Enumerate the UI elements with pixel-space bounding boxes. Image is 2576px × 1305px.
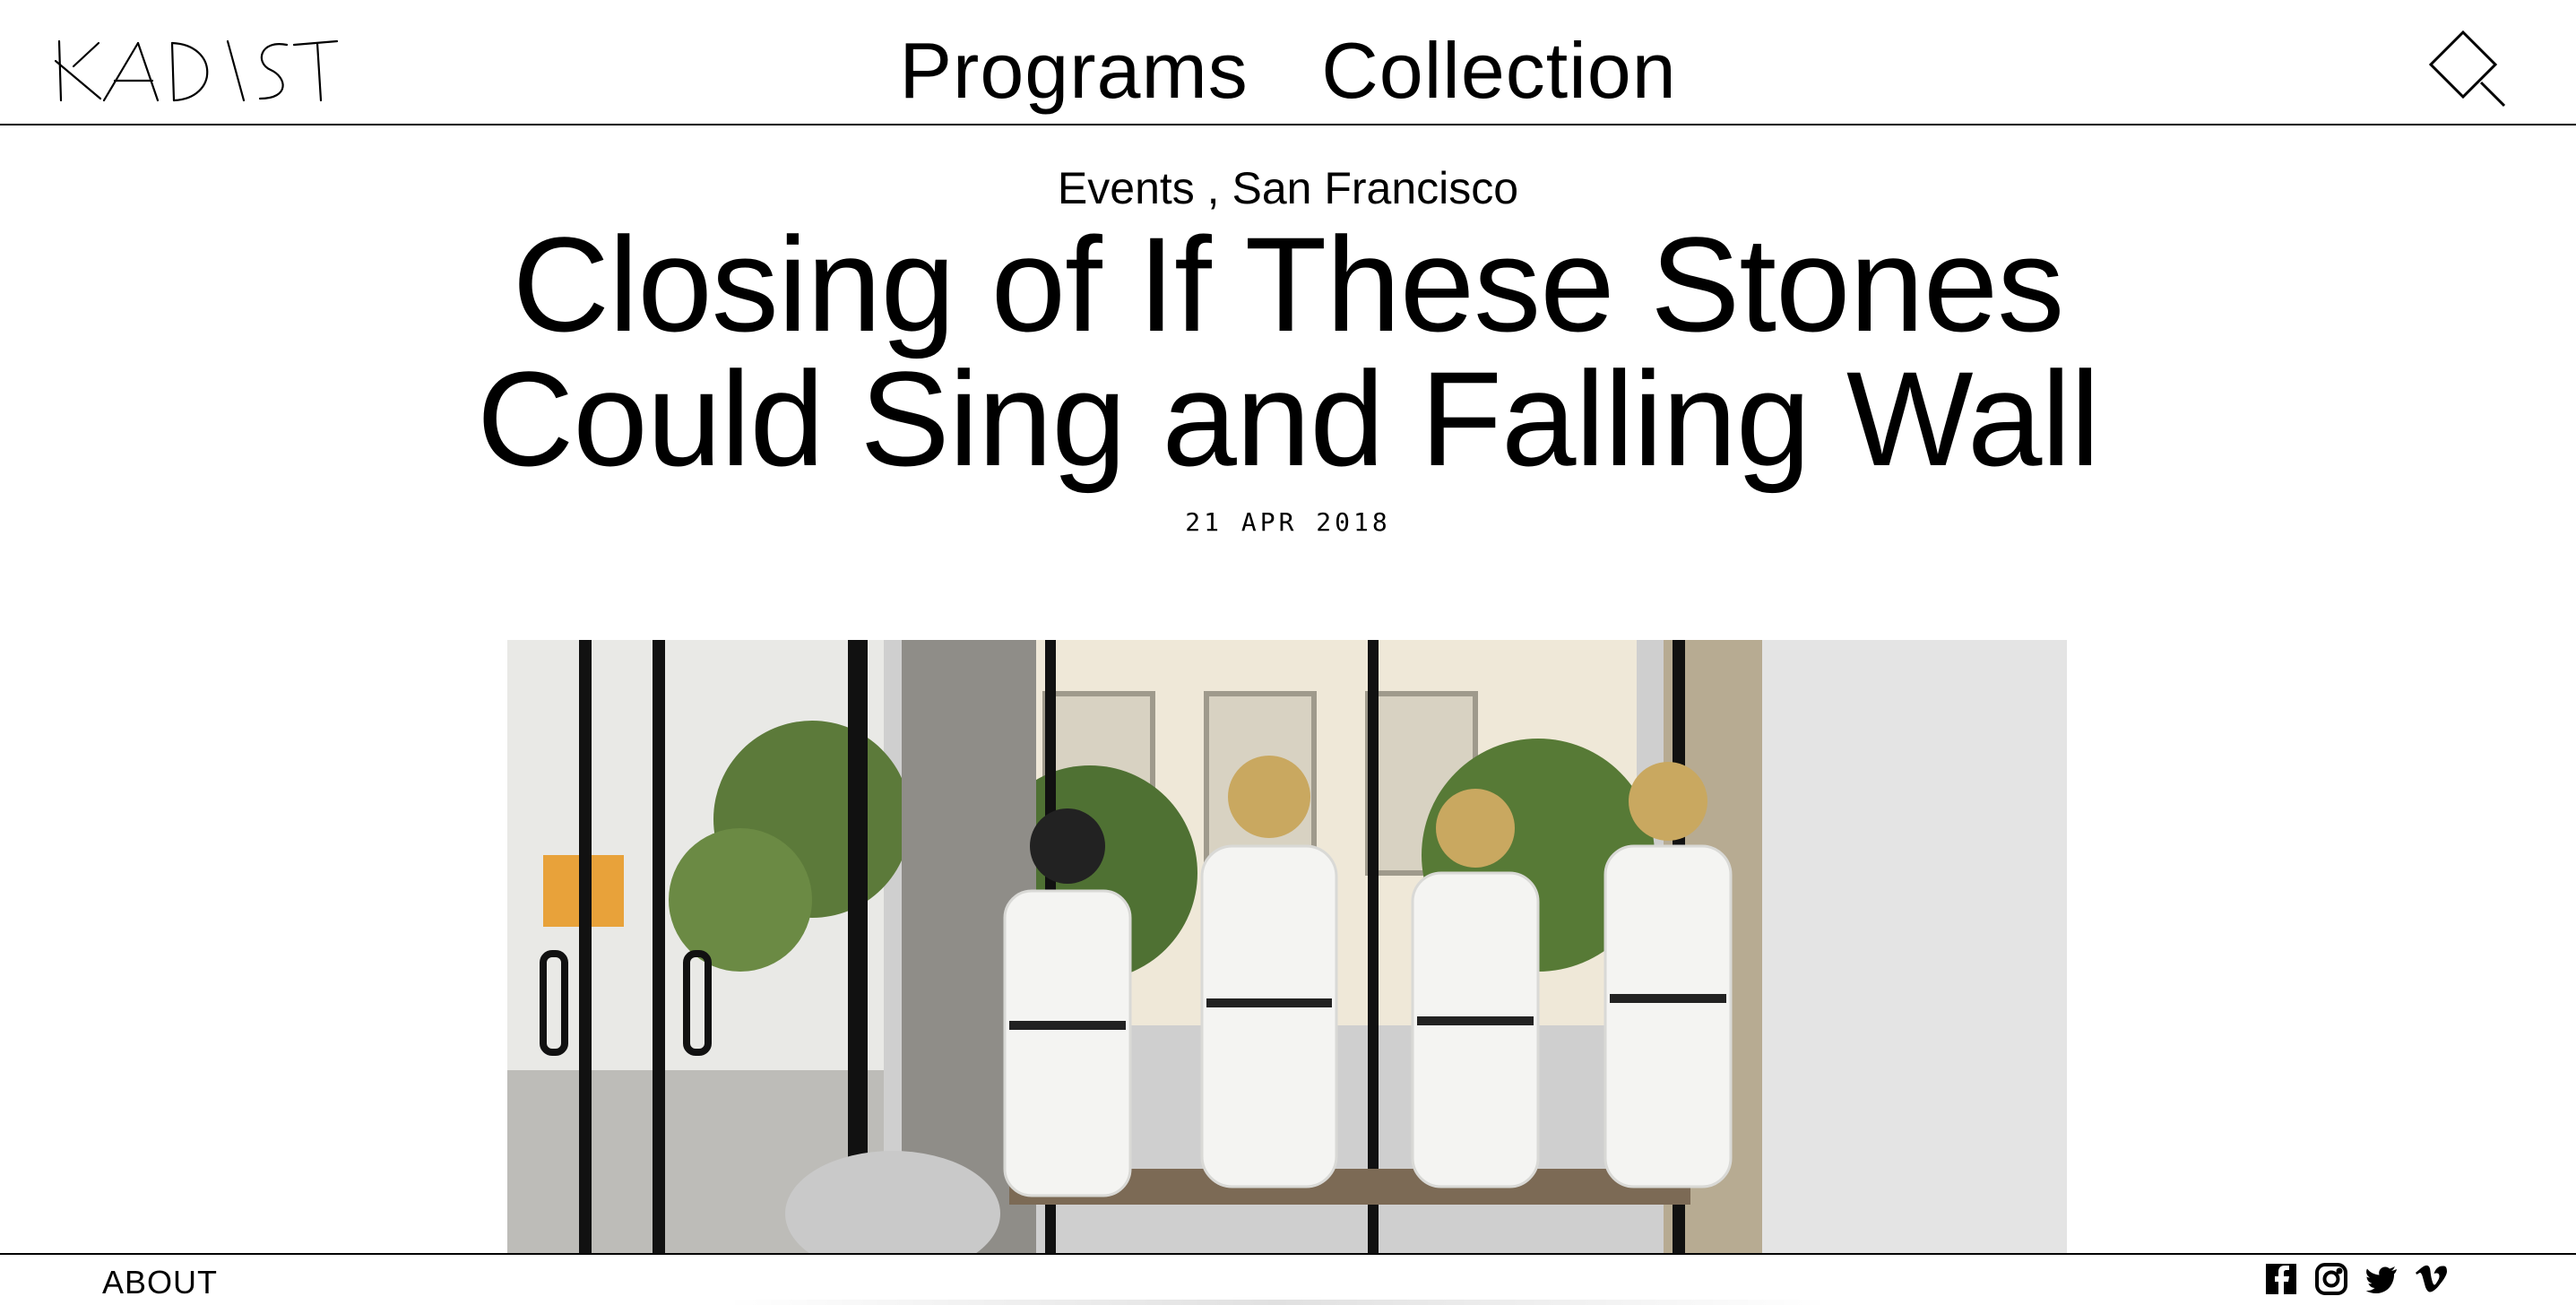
event-photo [507, 640, 2067, 1255]
main-nav: Programs Collection [0, 22, 2576, 120]
title-line-1: Closing of If These Stones [512, 209, 2065, 359]
search-icon [2428, 30, 2506, 108]
page-title: Closing of If These Stones Could Sing an… [359, 217, 2217, 486]
page: Programs Collection Events , San Francis… [0, 0, 2576, 1305]
social-links [2264, 1262, 2449, 1298]
site-header: Programs Collection [0, 0, 2576, 125]
vimeo-icon[interactable] [2415, 1262, 2449, 1296]
category-link[interactable]: Events [1058, 163, 1195, 213]
kicker-separator: , [1194, 163, 1232, 213]
facebook-icon[interactable] [2264, 1262, 2298, 1296]
about-link[interactable]: ABOUT [102, 1264, 218, 1301]
nav-collection[interactable]: Collection [1321, 26, 1676, 115]
footer-divider-shadow [726, 1300, 1828, 1305]
twitter-icon[interactable] [2364, 1262, 2399, 1296]
search-button[interactable] [2425, 27, 2508, 109]
title-line-2: Could Sing and Falling Wall [476, 343, 2100, 494]
location-link[interactable]: San Francisco [1232, 163, 1518, 213]
site-footer: ABOUT [0, 1253, 2576, 1305]
instagram-icon[interactable] [2314, 1262, 2348, 1296]
event-date: 21 APR 2018 [1185, 507, 1391, 537]
nav-programs[interactable]: Programs [899, 26, 1248, 115]
